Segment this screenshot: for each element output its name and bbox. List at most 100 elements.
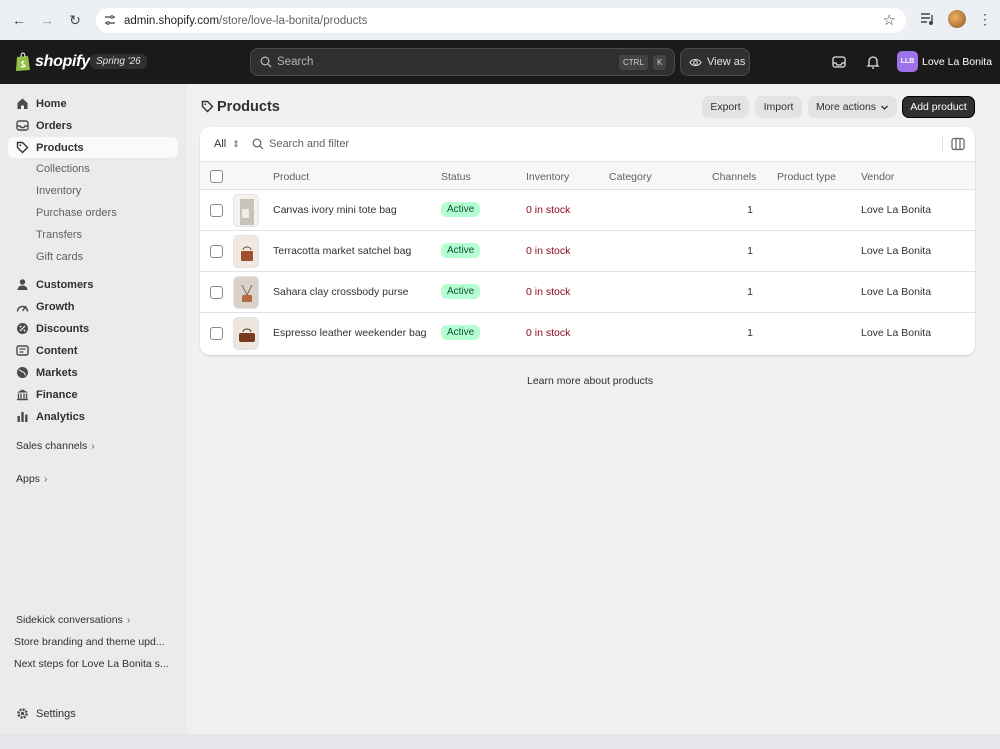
column-status[interactable]: Status: [441, 171, 471, 183]
search-filter-placeholder: Search and filter: [269, 138, 350, 150]
bank-icon: [17, 389, 28, 401]
home-icon: [17, 98, 28, 109]
apps-label: Apps: [16, 473, 40, 485]
sales-channels-label: Sales channels: [16, 440, 88, 452]
import-button[interactable]: Import: [755, 96, 802, 118]
table-row[interactable]: Sahara clay crossbody purse Active 0 in …: [200, 272, 975, 313]
column-inventory[interactable]: Inventory: [526, 171, 569, 183]
column-product-type[interactable]: Product type: [777, 171, 836, 183]
search-filter-input[interactable]: Search and filter: [252, 138, 349, 150]
tab-all[interactable]: All ⇕: [214, 138, 240, 150]
divider: [942, 135, 943, 153]
product-thumbnail: [233, 194, 259, 227]
table-row[interactable]: Espresso leather weekender bag Active 0 …: [200, 313, 975, 354]
learn-more-link[interactable]: Learn more about products: [527, 375, 653, 387]
sidebar-item-home[interactable]: Home: [8, 93, 178, 114]
chevron-down-icon: [881, 105, 889, 110]
sidebar-apps[interactable]: Apps ›: [16, 473, 47, 485]
sidebar-item-discounts[interactable]: Discounts: [8, 318, 178, 339]
column-vendor[interactable]: Vendor: [861, 171, 894, 183]
row-checkbox[interactable]: [210, 204, 223, 217]
reload-icon[interactable]: ↻: [64, 9, 86, 31]
browser-menu-icon[interactable]: ⋮: [978, 11, 992, 28]
sidebar-item-orders[interactable]: Orders: [8, 115, 178, 136]
sidebar-item-label: Discounts: [36, 322, 90, 335]
url-host: admin.shopify.com: [124, 14, 220, 27]
sidebar-item-label: Customers: [36, 278, 94, 291]
bell-icon[interactable]: [865, 54, 881, 70]
sidebar-item-transfers[interactable]: Transfers: [36, 229, 82, 241]
export-button[interactable]: Export: [702, 96, 749, 118]
channels-value: 1: [747, 204, 753, 216]
tag-icon: [201, 100, 214, 113]
sidebar-item-growth[interactable]: Growth: [8, 296, 178, 317]
column-channels[interactable]: Channels: [712, 171, 756, 183]
sidebar-sales-channels[interactable]: Sales channels ›: [16, 440, 95, 452]
site-settings-icon[interactable]: [104, 14, 116, 26]
row-checkbox[interactable]: [210, 327, 223, 340]
status-badge: Active: [441, 325, 481, 340]
sidebar-item-label: Products: [36, 141, 84, 154]
inventory-value: 0 in stock: [526, 286, 571, 298]
select-all-checkbox[interactable]: [210, 170, 223, 183]
more-actions-button[interactable]: More actions: [808, 96, 897, 118]
vendor-value: Love La Bonita: [861, 327, 932, 339]
forward-arrow-icon[interactable]: →: [36, 9, 58, 31]
product-thumbnail: [233, 276, 259, 309]
discount-icon: [17, 323, 28, 334]
view-as-button[interactable]: View as: [680, 48, 750, 76]
growth-icon: [16, 305, 29, 312]
recent-conversation[interactable]: Next steps for Love La Bonita s...: [14, 658, 178, 670]
address-bar[interactable]: admin.shopify.com/store/love-la-bonita/p…: [96, 8, 906, 33]
more-actions-label: More actions: [815, 101, 877, 113]
store-avatar[interactable]: LLB: [897, 51, 918, 72]
bookmark-star-icon[interactable]: ☆: [883, 11, 896, 29]
chart-icon: [17, 412, 28, 422]
store-name[interactable]: Love La Bonita: [922, 56, 992, 68]
column-category[interactable]: Category: [609, 171, 652, 183]
shopify-logo[interactable]: shopify: [15, 52, 90, 71]
sidebar-item-gift-cards[interactable]: Gift cards: [36, 251, 83, 263]
table-row[interactable]: Terracotta market satchel bag Active 0 i…: [200, 231, 975, 272]
product-name[interactable]: Canvas ivory mini tote bag: [273, 204, 397, 216]
sidebar-item-customers[interactable]: Customers: [8, 274, 178, 295]
inbox-icon[interactable]: [831, 54, 847, 70]
vendor-value: Love La Bonita: [861, 245, 932, 257]
product-name[interactable]: Terracotta market satchel bag: [273, 245, 411, 257]
sidebar-item-analytics[interactable]: Analytics: [8, 406, 178, 427]
inventory-value: 0 in stock: [526, 245, 571, 257]
table-row[interactable]: Canvas ivory mini tote bag Active 0 in s…: [200, 190, 975, 231]
channels-value: 1: [747, 327, 753, 339]
sidebar-item-content[interactable]: Content: [8, 340, 178, 361]
chevron-right-icon: ›: [43, 473, 48, 485]
sidebar-item-products[interactable]: Products: [8, 137, 178, 158]
sidebar-sidekick-conversations[interactable]: Sidekick conversations ›: [16, 614, 130, 626]
sidebar-item-label: Growth: [36, 300, 75, 313]
os-taskbar: [0, 734, 1000, 749]
column-product[interactable]: Product: [273, 171, 309, 183]
sidebar-item-purchase-orders[interactable]: Purchase orders: [36, 207, 117, 219]
product-name[interactable]: Espresso leather weekender bag: [273, 327, 427, 339]
sidebar-item-label: Settings: [36, 707, 76, 720]
gear-icon: [17, 708, 28, 719]
product-name[interactable]: Sahara clay crossbody purse: [273, 286, 408, 298]
columns-icon[interactable]: [951, 137, 965, 151]
sidebar-item-markets[interactable]: Markets: [8, 362, 178, 383]
edition-badge: Spring '26: [90, 54, 147, 69]
sidebar-item-settings[interactable]: Settings: [8, 703, 178, 724]
sidebar-item-inventory[interactable]: Inventory: [36, 185, 81, 197]
profile-avatar[interactable]: [948, 10, 966, 28]
sidebar-item-collections[interactable]: Collections: [36, 163, 90, 175]
content-icon: [16, 345, 29, 356]
add-product-button[interactable]: Add product: [902, 96, 975, 118]
row-checkbox[interactable]: [210, 245, 223, 258]
back-arrow-icon[interactable]: ←: [8, 9, 30, 31]
person-icon: [17, 279, 28, 290]
recent-conversation[interactable]: Store branding and theme upd...: [14, 636, 178, 648]
row-checkbox[interactable]: [210, 286, 223, 299]
page-title: Products: [217, 99, 280, 115]
sidebar-item-finance[interactable]: Finance: [8, 384, 178, 405]
admin-search[interactable]: Search CTRL K: [250, 48, 675, 76]
admin-topbar: shopify Spring '26 Search CTRL K View as: [0, 40, 1000, 84]
media-control-icon[interactable]: [920, 12, 936, 26]
